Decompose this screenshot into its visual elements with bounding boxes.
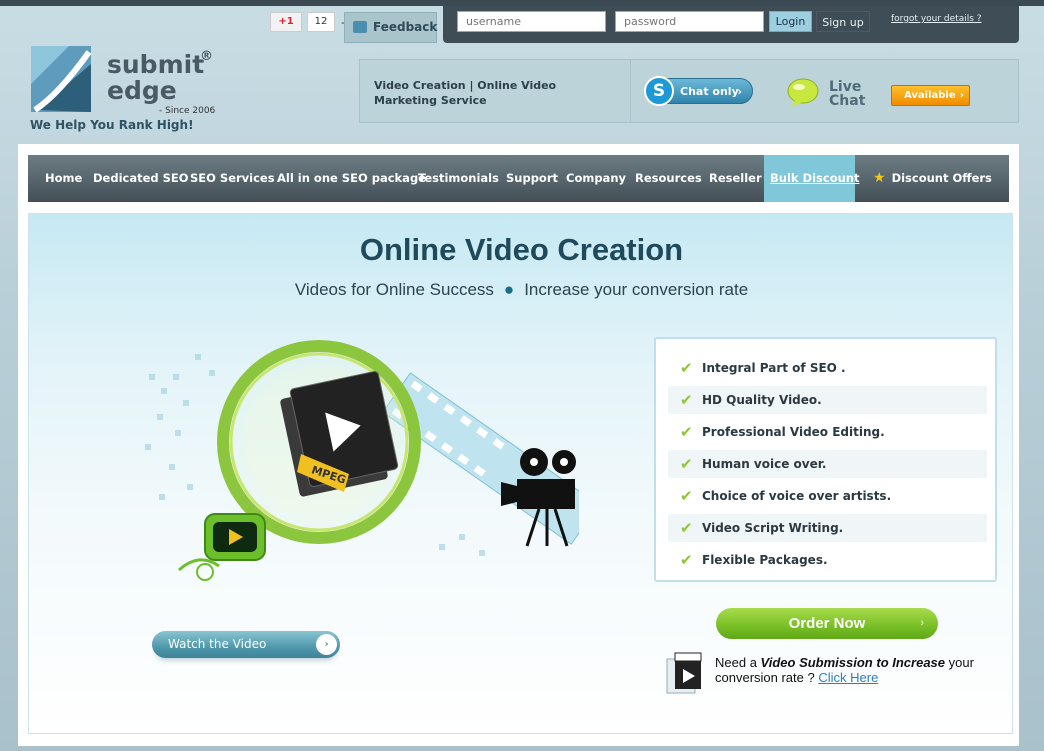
signup-button[interactable]: Sign up [816,11,870,32]
check-icon: ✔ [680,519,693,537]
skype-chat-button[interactable]: S Chat only › [644,76,753,106]
nav-all-in-one[interactable]: All in one SEO package [277,155,426,202]
chevron-right-icon: › [920,617,924,629]
logo-tagline: We Help You Rank High! [30,118,194,132]
nav-bulk-discount[interactable]: Bulk Discount [764,155,859,202]
page-subtitle: Videos for Online Success ● Increase your … [29,280,1014,300]
feedback-button[interactable]: Feedback [344,12,437,43]
logo-mark-icon [31,46,92,113]
service-breadcrumb: Video Creation | Online Video Marketing … [374,79,557,107]
chevron-right-icon: › [959,90,964,101]
check-icon: ✔ [680,455,693,473]
subtitle-left: Videos for Online Success [294,280,494,299]
live-chat-label[interactable]: Live Chat [829,80,865,108]
video-submission-promo: Need a Video Submission to Increase your… [663,649,1003,699]
watch-video-button[interactable]: Watch the Video › [152,631,340,658]
clapperboard-icon [666,652,702,694]
skype-icon: S [644,76,674,106]
star-icon: ★ [873,170,886,186]
logo-text-edge: edge [107,76,177,105]
video-illustration: MPEG [145,340,579,581]
click-here-link[interactable]: Click Here [818,670,878,685]
page-title: Online Video Creation [359,232,684,267]
nav-company[interactable]: Company [566,155,626,202]
feature-item: ✔ HD Quality Video. [668,386,987,414]
watch-video-label: Watch the Video [168,637,267,651]
nav-seo-services[interactable]: SEO Services [190,155,275,202]
subtitle-right: Increase your conversion rate [524,280,749,299]
google-plus-count: 12 [307,12,335,32]
feedback-icon [353,21,367,33]
nav-testimonials[interactable]: Testimonials [418,155,499,202]
order-now-button[interactable]: Order Now › [716,608,938,639]
chevron-right-icon: › [737,85,742,98]
logo[interactable]: submit edge ® - Since 2006 We Help You R… [29,44,229,134]
login-bar: Login Sign up forgot your details ? [443,6,1019,43]
live-chat-line2: Chat [829,93,866,109]
logo-registered: ® [200,49,213,64]
feature-item: ✔ Integral Part of SEO . [668,354,987,382]
nav-support[interactable]: Support [506,155,558,202]
feature-item: ✔ Professional Video Editing. [668,418,987,446]
header-info-box: Video Creation | Online Video Marketing … [359,59,1019,123]
username-input[interactable] [457,11,606,32]
check-icon: ✔ [680,359,693,377]
live-chat-line1: Live [829,79,862,95]
main-container: Home Dedicated SEO SEO Services All in o… [18,144,1019,746]
hero-panel: Online Video Creation Videos for Online … [28,213,1013,734]
nav-dedicated-seo[interactable]: Dedicated SEO [93,155,189,202]
nav-discount-offers[interactable]: ★ Discount Offers [873,155,992,202]
feedback-label: Feedback [373,20,438,34]
check-icon: ✔ [680,391,693,409]
available-button[interactable]: Available › [891,85,970,106]
feature-item: ✔ Choice of voice over artists. [668,482,987,510]
submission-text: Need a Video Submission to Increase your… [715,655,974,685]
check-icon: ✔ [680,423,693,441]
divider [630,60,631,122]
bullet-icon: ● [503,280,515,299]
google-plus-button[interactable]: +1 [270,12,302,32]
check-icon: ✔ [680,487,693,505]
password-input[interactable] [615,11,764,32]
feature-item: ✔ Human voice over. [668,450,987,478]
logo-text-submit: submit [107,50,205,79]
main-nav: Home Dedicated SEO SEO Services All in o… [28,155,1009,202]
feature-item: ✔ Flexible Packages. [668,546,987,574]
live-chat-bubble-icon [787,78,819,107]
nav-home[interactable]: Home [45,155,82,202]
order-now-label: Order Now [788,615,866,632]
available-label: Available [904,90,956,101]
nav-resources[interactable]: Resources [635,155,702,202]
check-icon: ✔ [680,551,693,569]
feature-item: ✔ Video Script Writing. [668,514,987,542]
features-box: ✔ Integral Part of SEO . ✔ HD Quality Vide… [654,337,997,582]
chat-only-label: Chat only [680,85,739,98]
nav-reseller[interactable]: Reseller [709,155,762,202]
logo-since: - Since 2006 [159,106,216,116]
forgot-details-link[interactable]: forgot your details ? [891,14,982,24]
login-button[interactable]: Login [769,11,812,32]
chevron-right-icon: › [316,634,337,655]
discount-offers-label: Discount Offers [891,171,992,185]
